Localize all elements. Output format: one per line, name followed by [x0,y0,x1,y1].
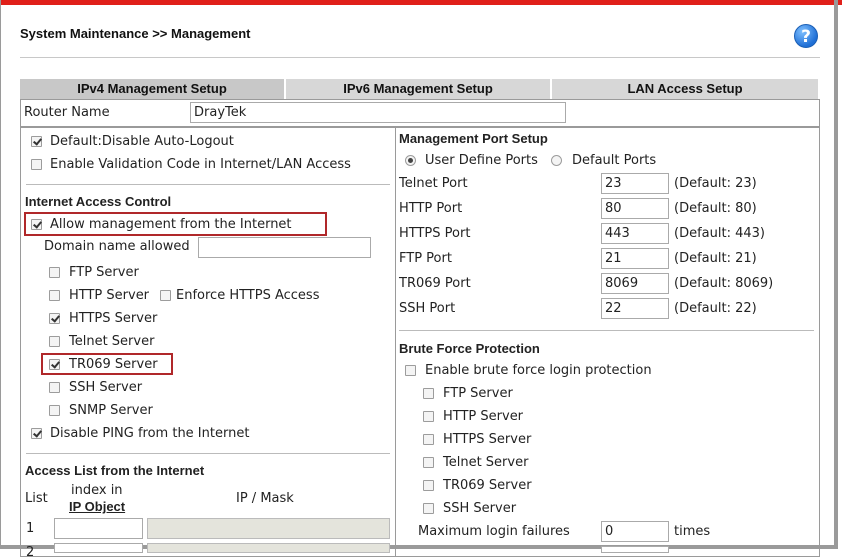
validation-code-checkbox[interactable] [31,159,42,170]
ipmask-field [147,518,390,539]
user-define-label: User Define Ports [425,153,538,168]
tab-lan-access[interactable]: LAN Access Setup [552,79,818,99]
bf-telnet-checkbox[interactable] [423,457,434,468]
tr069-server-label: TR069 Server [69,357,158,372]
enforce-https-label: Enforce HTTPS Access [176,288,320,303]
brute-force-title: Brute Force Protection [399,341,540,356]
tr069-port-default: (Default: 8069) [674,276,774,291]
ftp-port-default: (Default: 21) [674,251,757,266]
user-define-radio[interactable] [405,155,416,166]
default-ports-radio[interactable] [551,155,562,166]
snmp-server-label: SNMP Server [69,403,153,418]
bf-telnet-label: Telnet Server [443,455,529,470]
validation-code-label: Enable Validation Code in Internet/LAN A… [50,157,351,172]
access-list-title: Access List from the Internet [25,463,205,478]
col-list-header: List [25,491,48,506]
https-server-checkbox[interactable] [49,313,60,324]
allow-mgmt-label: Allow management from the Internet [50,217,292,232]
domain-allowed-input[interactable] [198,237,371,258]
https-port-default: (Default: 443) [674,226,765,241]
default-ports-label: Default Ports [572,153,657,168]
tr069-port-label: TR069 Port [399,276,471,291]
http-port-input[interactable]: 80 [601,198,669,219]
http-port-label: HTTP Port [399,201,463,216]
ftp-server-checkbox[interactable] [49,267,60,278]
section-divider [399,330,814,331]
port-setup-title: Management Port Setup [399,131,548,146]
bf-ssh-checkbox[interactable] [423,503,434,514]
ftp-port-input[interactable]: 21 [601,248,669,269]
bf-http-label: HTTP Server [443,409,524,424]
domain-allowed-label: Domain name allowed [44,239,190,254]
index-input[interactable] [54,518,143,539]
ssh-server-checkbox[interactable] [49,382,60,393]
ftp-server-label: FTP Server [69,265,139,280]
section-divider [26,184,390,185]
https-port-input[interactable]: 443 [601,223,669,244]
snmp-server-checkbox[interactable] [49,405,60,416]
max-failures-label: Maximum login failures [418,524,570,539]
title-divider [20,57,820,58]
telnet-port-label: Telnet Port [399,176,468,191]
ssh-port-label: SSH Port [399,301,456,316]
bf-https-checkbox[interactable] [423,434,434,445]
http-server-checkbox[interactable] [49,290,60,301]
ssh-port-default: (Default: 22) [674,301,757,316]
enable-brute-checkbox[interactable] [405,365,416,376]
disable-ping-checkbox[interactable] [31,428,42,439]
tab-ipv4-management[interactable]: IPv4 Management Setup [20,79,284,99]
page-title: System Maintenance >> Management [20,26,251,41]
enable-brute-label: Enable brute force login protection [425,363,652,378]
help-icon[interactable]: ? [794,24,818,48]
bf-ssh-label: SSH Server [443,501,517,516]
bf-ftp-checkbox[interactable] [423,388,434,399]
telnet-server-label: Telnet Server [69,334,155,349]
enforce-https-checkbox[interactable] [160,290,171,301]
index-input[interactable] [54,543,143,553]
http-port-default: (Default: 80) [674,201,757,216]
auto-logout-label: Default:Disable Auto-Logout [50,134,234,149]
bf-tr069-label: TR069 Server [443,478,532,493]
ftp-port-label: FTP Port [399,251,452,266]
col-ipmask-header: IP / Mask [236,491,294,506]
col-index-header: index in [71,483,123,498]
bf-https-label: HTTPS Server [443,432,532,447]
ip-object-link[interactable]: IP Object [69,499,125,514]
http-server-label: HTTP Server [69,288,150,303]
telnet-server-checkbox[interactable] [49,336,60,347]
internet-access-title: Internet Access Control [25,194,172,209]
router-name-label: Router Name [24,105,110,120]
bf-ftp-label: FTP Server [443,386,513,401]
bf-tr069-checkbox[interactable] [423,480,434,491]
ssh-server-label: SSH Server [69,380,143,395]
row-number: 1 [26,521,35,536]
auto-logout-checkbox[interactable] [31,136,42,147]
bf-http-checkbox[interactable] [423,411,434,422]
telnet-port-default: (Default: 23) [674,176,757,191]
max-failures-unit: times [674,524,711,539]
tr069-server-checkbox[interactable] [49,359,60,370]
telnet-port-input[interactable]: 23 [601,173,669,194]
ssh-port-input[interactable]: 22 [601,298,669,319]
section-divider [26,453,390,454]
ipmask-field [147,543,390,553]
https-port-label: HTTPS Port [399,226,471,241]
max-failures-input[interactable]: 0 [601,521,669,542]
next-setting-input[interactable] [601,546,669,553]
https-server-label: HTTPS Server [69,311,158,326]
router-name-input[interactable]: DrayTek [190,102,566,123]
allow-mgmt-checkbox[interactable] [31,219,42,230]
tr069-port-input[interactable]: 8069 [601,273,669,294]
disable-ping-label: Disable PING from the Internet [50,426,250,441]
tab-ipv6-management[interactable]: IPv6 Management Setup [286,79,550,99]
